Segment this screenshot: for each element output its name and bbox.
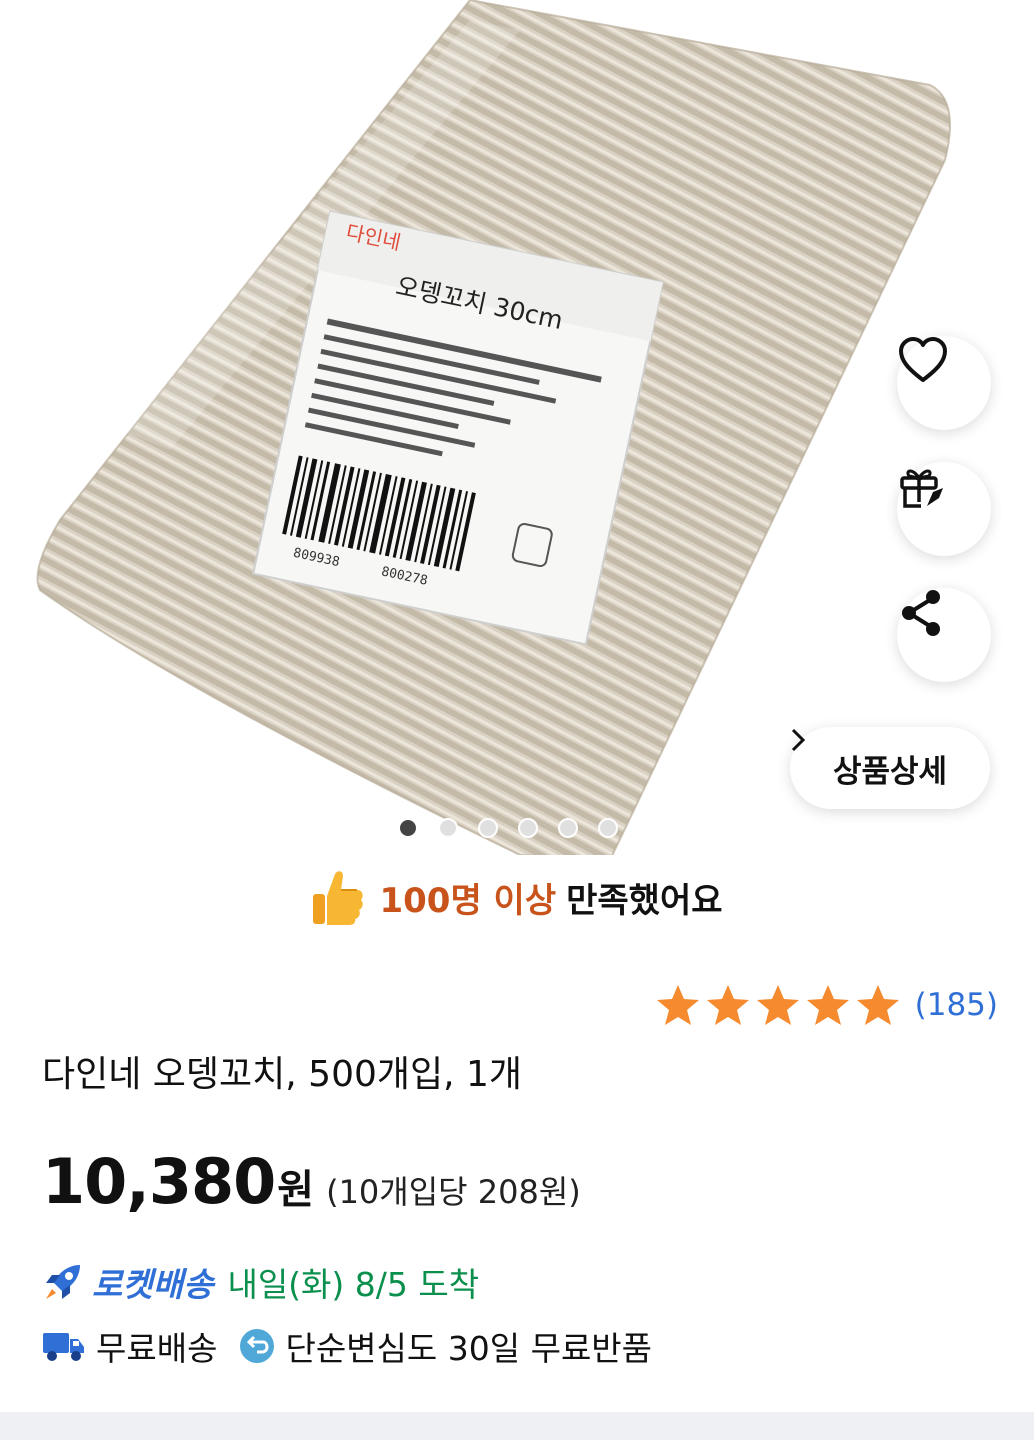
carousel-dot[interactable] (598, 818, 618, 838)
product-detail-button[interactable]: 상품상세 (790, 727, 990, 809)
wishlist-button[interactable] (897, 336, 991, 430)
share-icon (902, 590, 940, 636)
delivery-info: 로켓배송 내일(화) 8/5 도착 (42, 1258, 479, 1306)
product-image-carousel[interactable]: 다인네 오뎅꼬치 30cm 809938 800278 상품상세 (0, 0, 1034, 855)
price-currency: 원 (277, 1167, 315, 1213)
carousel-indicator (398, 818, 618, 838)
section-divider (0, 1412, 1034, 1440)
price-row: 10,380 원 (10개입당 208원) (42, 1145, 581, 1218)
star-icon (756, 985, 799, 1025)
free-return: 단순변심도 30일 무료반품 (239, 1322, 652, 1370)
star-icon (856, 985, 899, 1025)
truck-icon (43, 1333, 84, 1361)
carousel-dot[interactable] (558, 818, 578, 838)
unit-price: (10개입당 208원) (326, 1173, 581, 1211)
star-icon (706, 985, 749, 1025)
rating-summary[interactable]: (185) (655, 980, 998, 1030)
carousel-dot[interactable] (438, 818, 458, 838)
satisfaction-highlight: 100명 이상 (379, 880, 557, 921)
thumbs-up-icon (313, 871, 364, 925)
gift-button[interactable] (897, 462, 991, 556)
product-title: 다인네 오뎅꼬치, 500개입, 1개 (42, 1054, 523, 1095)
benefits-row: 무료배송 단순변심도 30일 무료반품 (42, 1322, 674, 1370)
price-value: 10,380 (42, 1145, 276, 1218)
star-icon (656, 985, 699, 1025)
review-count[interactable]: (185) (915, 987, 998, 1023)
free-return-label: 단순변심도 30일 무료반품 (285, 1329, 653, 1368)
share-button[interactable] (897, 588, 991, 682)
product-detail-label: 상품상세 (832, 753, 948, 790)
chevron-right-icon (791, 728, 806, 752)
rocket-delivery-label: 로켓배송 (92, 1265, 214, 1304)
gift-icon (900, 469, 943, 508)
free-shipping-label: 무료배송 (96, 1329, 218, 1368)
free-shipping: 무료배송 (42, 1322, 217, 1370)
satisfaction-banner: 100명 이상 만족했어요 (0, 862, 1034, 932)
star-icon (806, 985, 849, 1025)
return-icon (240, 1329, 275, 1363)
delivery-date: 내일(화) 8/5 도착 (227, 1265, 480, 1304)
rocket-icon (46, 1265, 80, 1299)
heart-icon (899, 337, 947, 382)
carousel-dot[interactable] (478, 818, 498, 838)
carousel-dot[interactable] (398, 818, 418, 838)
satisfaction-text: 만족했어요 (566, 880, 723, 921)
carousel-dot[interactable] (518, 818, 538, 838)
